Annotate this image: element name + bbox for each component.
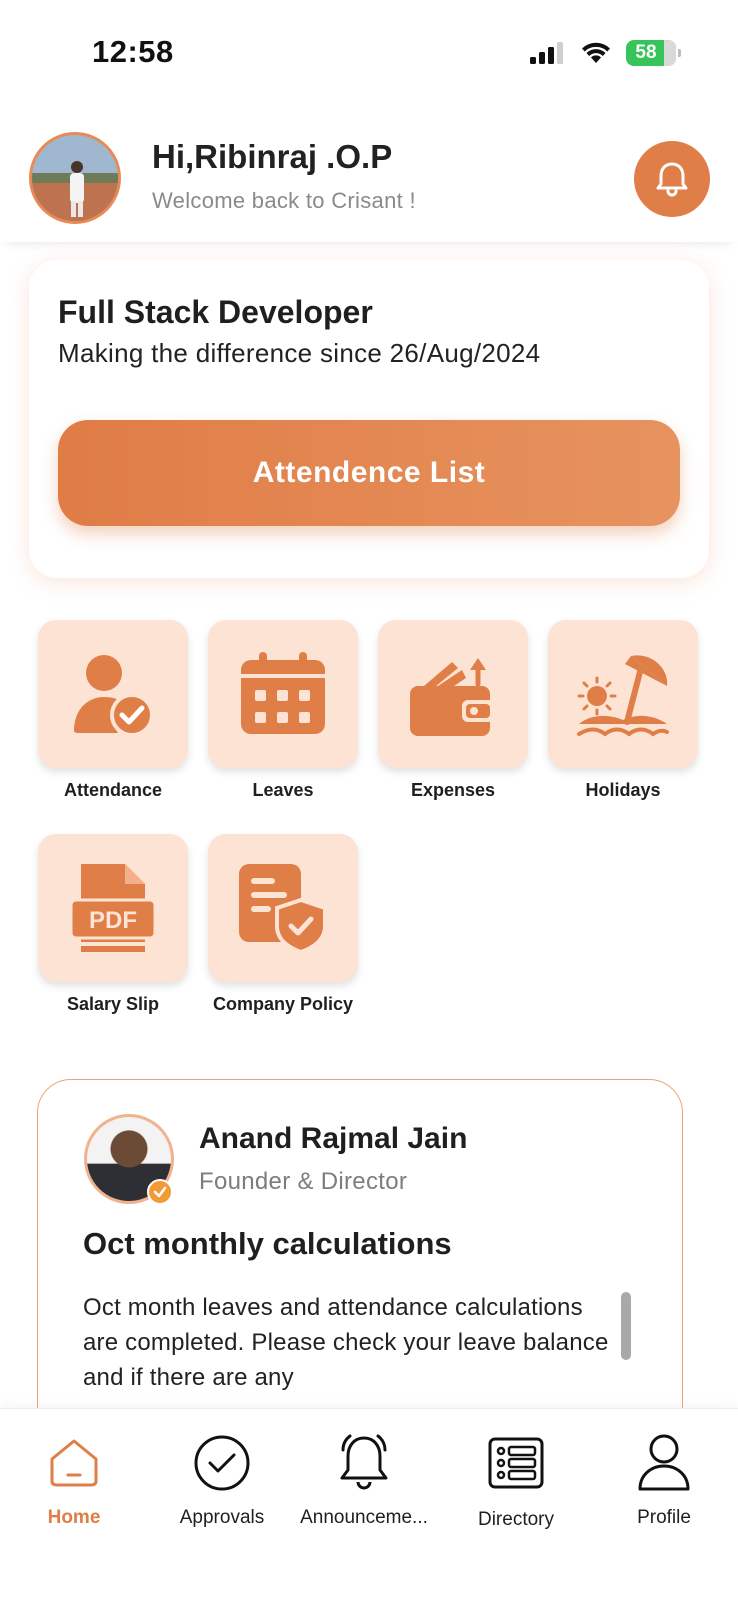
wallet-icon [410,658,494,736]
svg-text:PDF: PDF [89,907,137,934]
greeting-title: Hi,Ribinraj .O.P [152,138,393,175]
battery-indicator: 58 [626,40,681,66]
directory-list-icon [488,1437,544,1489]
bell-outline-icon [340,1434,388,1490]
tile-label: Attendance [63,780,162,800]
bottom-nav: Home Approvals Announceme... Directory P… [0,1408,738,1600]
tile-expenses[interactable]: Expenses [378,620,528,801]
avatar-photo [32,135,118,221]
nav-label: Directory [477,1509,554,1530]
nav-label: Home [47,1507,101,1528]
tile-attendance-box[interactable] [38,620,188,768]
tile-expenses-box[interactable] [378,620,528,768]
tile-company-policy-box[interactable] [208,834,358,982]
tile-label: Expenses [410,780,496,800]
nav-home[interactable]: Home [0,1431,148,1529]
status-bar: 12:58 58 [0,0,738,100]
tile-label: Salary Slip [66,994,160,1014]
app-header: Hi,Ribinraj .O.P Welcome back to Crisant… [0,118,738,242]
announcement-body: Oct month leaves and attendance calculat… [83,1294,609,1391]
calendar-icon [241,652,325,734]
author-role: Founder & Director [199,1168,408,1195]
nav-label: Profile [637,1507,691,1528]
announcement-title: Oct monthly calculations [83,1226,452,1261]
tile-leaves-box[interactable] [208,620,358,768]
battery-level: 58 [635,42,657,63]
author-name: Anand Rajmal Jain [199,1122,468,1155]
status-time: 12:58 [92,34,174,69]
role-card: Full Stack Developer Making the differen… [29,260,709,578]
job-title: Full Stack Developer [58,294,373,330]
scrollbar-thumb[interactable] [621,1292,631,1360]
nav-label: Announceme... [300,1507,428,1528]
tile-label: Leaves [252,780,314,800]
wifi-icon [582,42,610,63]
bell-icon [656,162,688,197]
nav-label: Approvals [179,1507,265,1528]
nav-approvals[interactable]: Approvals [148,1431,296,1529]
tile-salary-slip-box[interactable]: PDF [38,834,188,982]
user-check-icon [74,655,154,737]
home-icon [50,1439,98,1487]
joined-since-text: Making the difference since 26/Aug/2024 [58,338,541,368]
tile-holidays-box[interactable] [548,620,698,768]
tile-label: Holidays [585,780,661,800]
attendance-list-button[interactable]: Attendence List [58,420,680,526]
tile-company-policy[interactable]: Company Policy [208,834,358,1015]
pdf-file-icon: PDF [71,864,155,952]
status-icons: 58 [530,40,681,66]
beach-umbrella-icon [577,655,669,737]
verified-badge-icon [147,1179,173,1205]
tile-leaves[interactable]: Leaves [208,620,358,801]
nav-directory[interactable]: Directory [442,1431,590,1531]
nav-profile[interactable]: Profile [590,1431,738,1529]
user-avatar[interactable] [29,132,121,224]
greeting-subtitle: Welcome back to Crisant ! [152,188,416,213]
announcement-card[interactable]: Anand Rajmal Jain Founder & Director Oct… [37,1079,683,1439]
tile-salary-slip[interactable]: PDF Salary Slip [38,834,188,1015]
check-circle-icon [194,1435,250,1491]
tile-label: Company Policy [212,994,354,1014]
tile-holidays[interactable]: Holidays [548,620,698,801]
tile-attendance[interactable]: Attendance [38,620,188,801]
nav-announcements[interactable]: Announceme... [290,1431,438,1529]
notifications-button[interactable] [634,141,710,217]
person-icon [638,1434,690,1491]
signal-icon [530,42,563,64]
policy-shield-icon [239,864,327,954]
